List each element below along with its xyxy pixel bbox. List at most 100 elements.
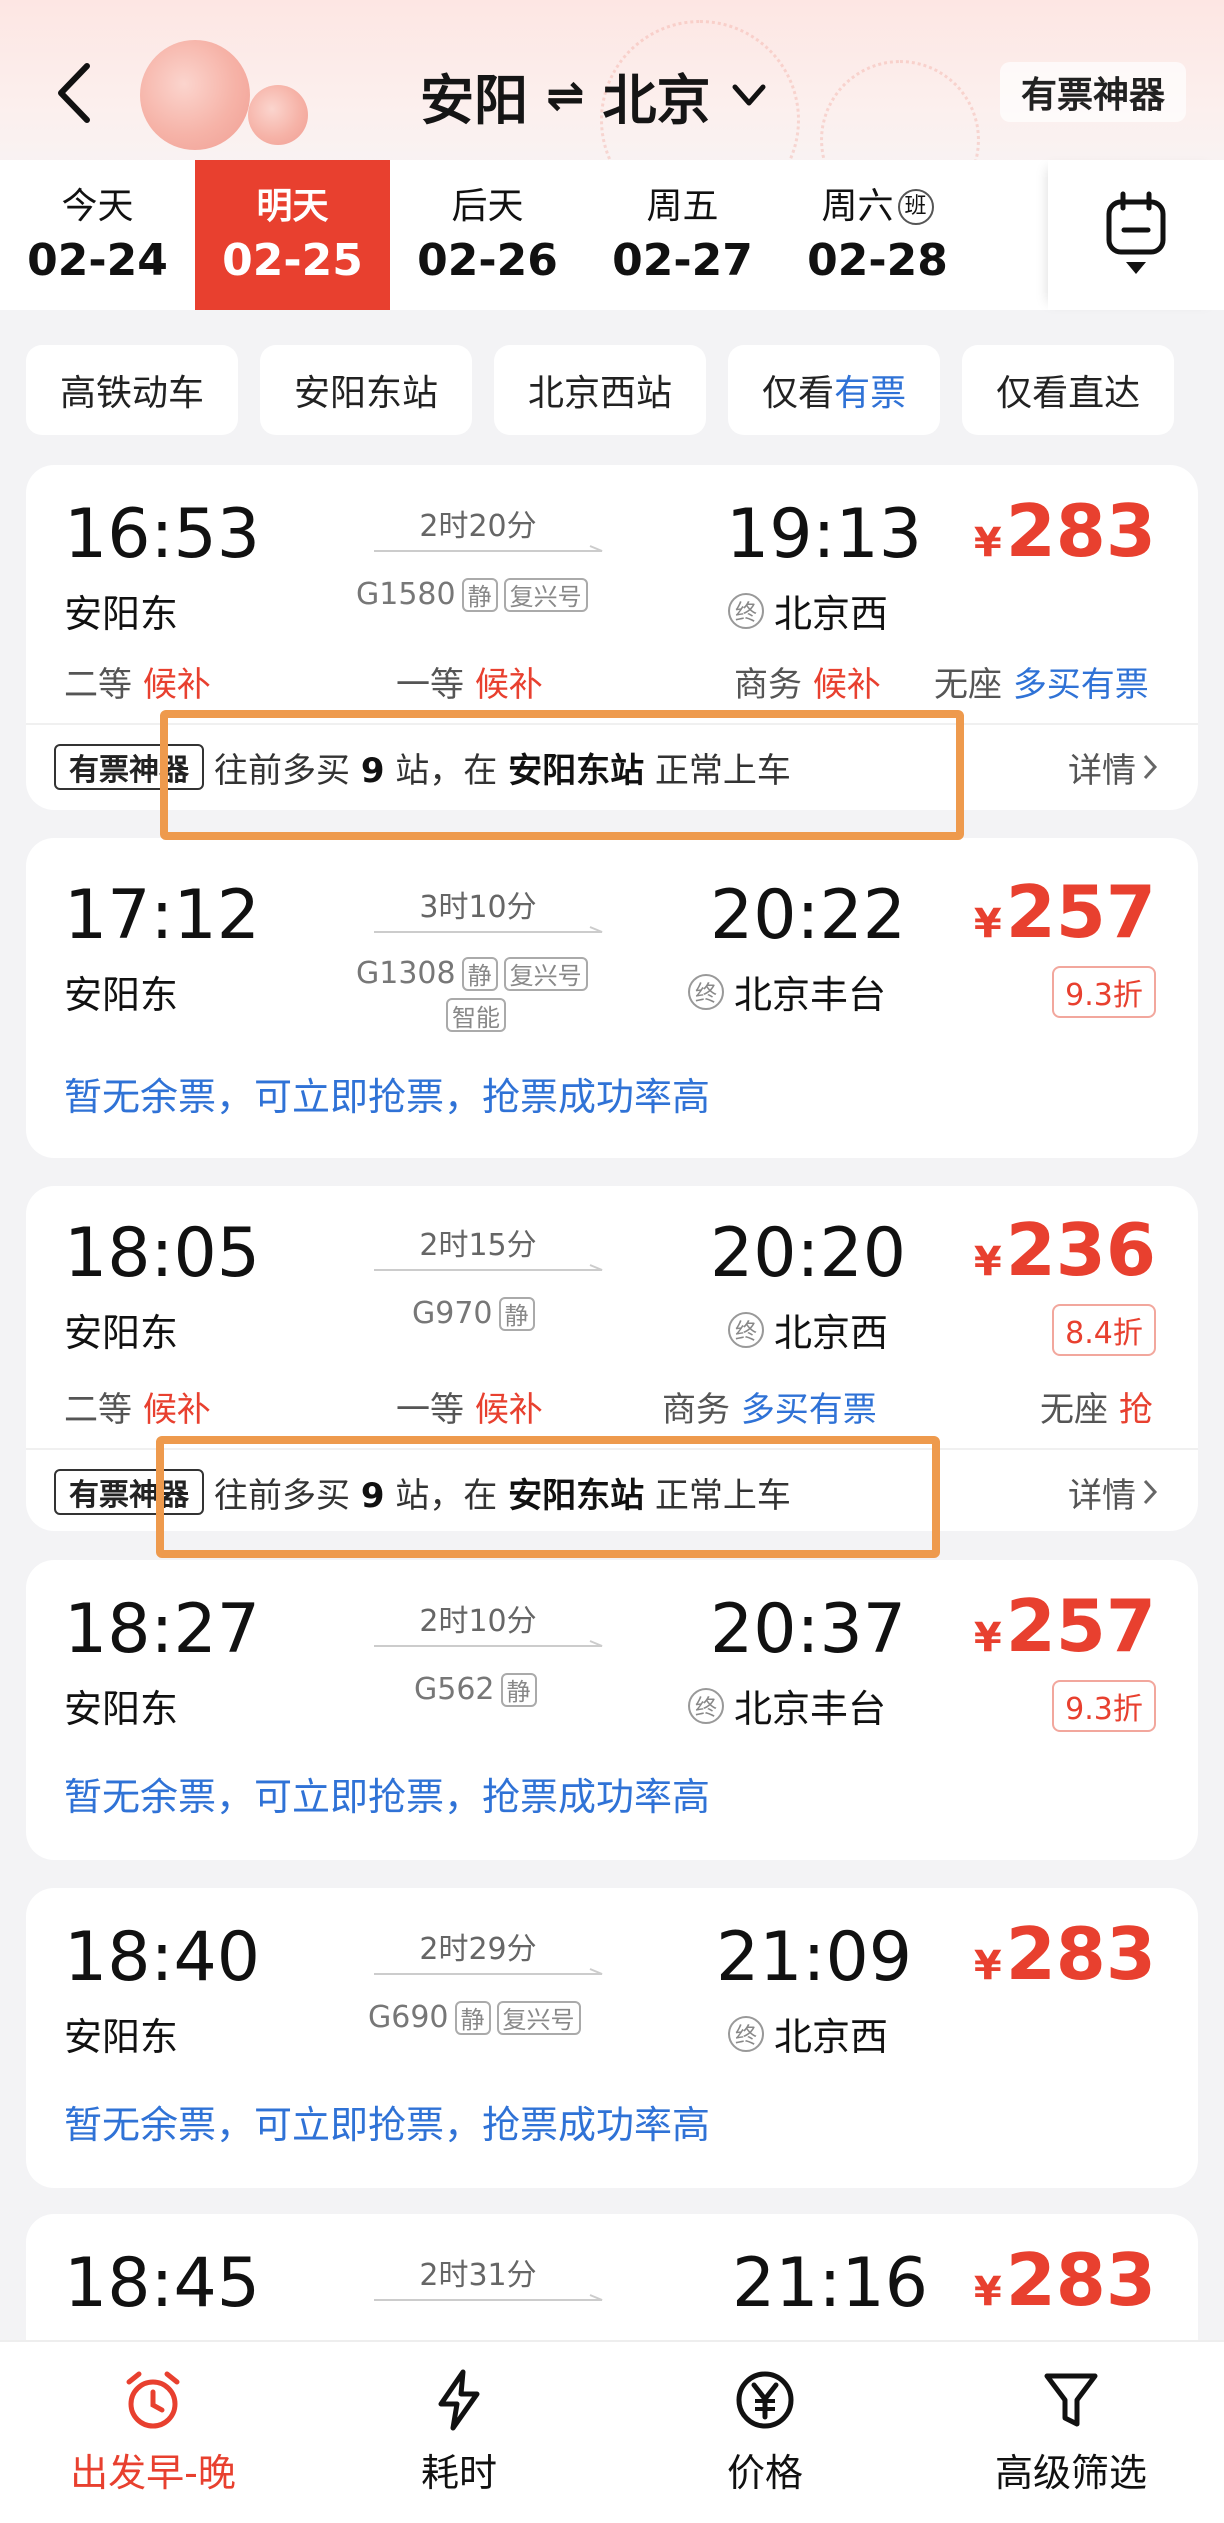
- duration: 2时10分: [419, 1604, 537, 1639]
- filter-chip-has-ticket[interactable]: 仅看 有票: [728, 345, 941, 435]
- back-button[interactable]: [48, 58, 98, 128]
- filter-chip[interactable]: 安阳东站: [260, 345, 473, 435]
- seat-name: 商务: [734, 665, 802, 705]
- alarm-clock-icon: [126, 2371, 180, 2429]
- grab-ticket-promo[interactable]: 暂无余票，可立即抢票，抢票成功率高: [64, 2094, 710, 2149]
- price-value: 257: [1005, 870, 1156, 954]
- arrow-line-icon: [374, 1968, 603, 1975]
- train-card[interactable]: 18:27 安阳东 2时10分 G562 静 20:37 终 北京丰台 ¥ 25…: [26, 1560, 1198, 1860]
- grab-ticket-promo[interactable]: 暂无余票，可立即抢票，抢票成功率高: [64, 1066, 710, 1121]
- lightning-icon: [438, 2369, 480, 2431]
- train-number: G1580: [356, 577, 456, 612]
- grab-ticket-promo[interactable]: 暂无余票，可立即抢票，抢票成功率高: [64, 1766, 710, 1821]
- filter-chip[interactable]: 高铁动车: [26, 345, 239, 435]
- price: ¥ 283: [974, 491, 1156, 571]
- seat-status: 候补: [474, 1390, 543, 1430]
- arrival-time: 19:13: [726, 495, 922, 574]
- tip-mid: 站，在: [395, 1475, 498, 1516]
- tip-pre: 往前多买: [214, 1475, 350, 1516]
- calendar-button[interactable]: [1048, 160, 1224, 310]
- train-number: G970: [412, 1296, 493, 1331]
- yen-icon: [736, 2371, 794, 2429]
- train-card[interactable]: 18:05 安阳东 2时15分 G970 静 20:20 终 北京西 ¥ 236…: [26, 1186, 1198, 1531]
- detail-label: 详情: [1068, 750, 1136, 791]
- route-selector[interactable]: 安阳 ⇌ 北京: [420, 55, 769, 135]
- arrow-line-icon: [374, 2294, 603, 2301]
- date-weekday: 明天: [256, 186, 329, 227]
- arrival-station: 北京西: [774, 1311, 889, 1355]
- terminal-tag: 终: [728, 592, 764, 629]
- seat-business[interactable]: 商务 多买有票: [662, 1382, 877, 1431]
- arrival-station-row: 终 北京丰台: [688, 964, 886, 1019]
- date-tab[interactable]: 周六 班 02-28: [780, 160, 975, 310]
- date-value: 02-24: [27, 235, 168, 286]
- advanced-filter[interactable]: 高级筛选: [918, 2342, 1224, 2523]
- sort-departure-time[interactable]: 出发早-晚: [0, 2342, 306, 2523]
- train-number-row: G970 静: [412, 1296, 535, 1331]
- train-number-row: G1308 静 复兴号: [356, 956, 588, 991]
- quiet-tag: 静: [498, 1296, 535, 1331]
- filter-chip[interactable]: 仅看直达: [962, 345, 1175, 435]
- sort-duration[interactable]: 耗时: [306, 2342, 612, 2523]
- seat-status: 多买有票: [1012, 665, 1149, 705]
- smart-tag: 智能: [446, 998, 506, 1032]
- price: ¥ 283: [974, 1914, 1156, 1994]
- train-card[interactable]: 18:40 安阳东 2时29分 G690 静 复兴号 21:09 终 北京西 ¥…: [26, 1888, 1198, 2188]
- departure-station: 安阳东: [64, 973, 179, 1017]
- duration: 2时31分: [419, 2258, 537, 2293]
- currency-symbol: ¥: [973, 1239, 1002, 1285]
- seat-status: 候补: [142, 665, 211, 705]
- arrival-time: 20:20: [710, 1214, 906, 1293]
- detail-link[interactable]: 详情: [1068, 743, 1158, 792]
- sort-price[interactable]: 价格: [612, 2342, 918, 2523]
- discount-badge: 9.3折: [1052, 966, 1156, 1018]
- train-card[interactable]: 16:53 安阳东 2时20分 G1580 静 复兴号 19:13 终 北京西 …: [26, 465, 1198, 810]
- date-tab[interactable]: 后天 02-26: [390, 160, 585, 310]
- seat-no-seat[interactable]: 无座 抢: [1040, 1382, 1153, 1431]
- nav-label: 价格: [726, 2451, 803, 2495]
- seat-name: 二等: [64, 1390, 132, 1430]
- header: 安阳 ⇌ 北京 有票神器: [0, 0, 1224, 170]
- arrow-line-icon: [374, 1264, 603, 1271]
- arrival-time: 20:37: [710, 1590, 906, 1669]
- brand-badge[interactable]: 有票神器: [1000, 62, 1186, 122]
- arrival-station: 北京西: [774, 2015, 889, 2059]
- firework-decoration: [820, 60, 980, 170]
- arrival-station-row: 终 北京西: [728, 1302, 888, 1357]
- date-value: 02-28: [807, 235, 948, 286]
- lantern-decoration: [248, 85, 308, 145]
- seat-no-seat[interactable]: 无座 多买有票: [934, 657, 1149, 706]
- fuxing-tag: 复兴号: [496, 2000, 581, 2035]
- date-tab-selected[interactable]: 明天 02-25: [195, 160, 390, 310]
- date-value: 02-26: [417, 235, 558, 286]
- chevron-down-icon: [732, 84, 766, 106]
- duration: 2时29分: [419, 1932, 537, 1967]
- train-card[interactable]: 17:12 安阳东 3时10分 G1308 静 复兴号 智能 20:22 终 北…: [26, 838, 1198, 1158]
- detail-link[interactable]: 详情: [1068, 1468, 1158, 1517]
- tip-count: 9: [360, 750, 385, 791]
- price-value: 283: [1005, 2238, 1156, 2322]
- departure-time: 18:27: [64, 1590, 260, 1669]
- from-city: 安阳: [420, 68, 528, 132]
- seat-name: 一等: [396, 665, 464, 705]
- currency-symbol: ¥: [973, 901, 1002, 947]
- currency-symbol: ¥: [973, 2269, 1002, 2315]
- tip-bar[interactable]: 有票神器 往前多买 9 站，在 安阳东站 正常上车 详情: [26, 1448, 1198, 1534]
- quiet-tag: 静: [454, 2000, 491, 2035]
- calendar-icon: [1106, 191, 1166, 274]
- bottom-sort-bar: 出发早-晚 耗时 价格 高级筛选: [0, 2340, 1224, 2523]
- seat-name: 无座: [1040, 1390, 1108, 1430]
- price-value: 283: [1005, 1912, 1156, 1996]
- departure-time: 18:45: [64, 2244, 260, 2323]
- tip-pre: 往前多买: [214, 750, 350, 791]
- terminal-tag: 终: [688, 1687, 724, 1724]
- currency-symbol: ¥: [973, 1943, 1002, 1989]
- currency-symbol: ¥: [973, 520, 1002, 566]
- arrival-station-row: 终 北京丰台: [688, 1678, 886, 1733]
- duration: 2时15分: [419, 1228, 537, 1263]
- date-tab[interactable]: 周五 02-27: [585, 160, 780, 310]
- date-tab[interactable]: 今天 02-24: [0, 160, 195, 310]
- filter-chip[interactable]: 北京西站: [494, 345, 707, 435]
- tip-bar[interactable]: 有票神器 往前多买 9 站，在 安阳东站 正常上车 详情: [26, 723, 1198, 809]
- seat-second-class: 二等 候补: [64, 1382, 211, 1431]
